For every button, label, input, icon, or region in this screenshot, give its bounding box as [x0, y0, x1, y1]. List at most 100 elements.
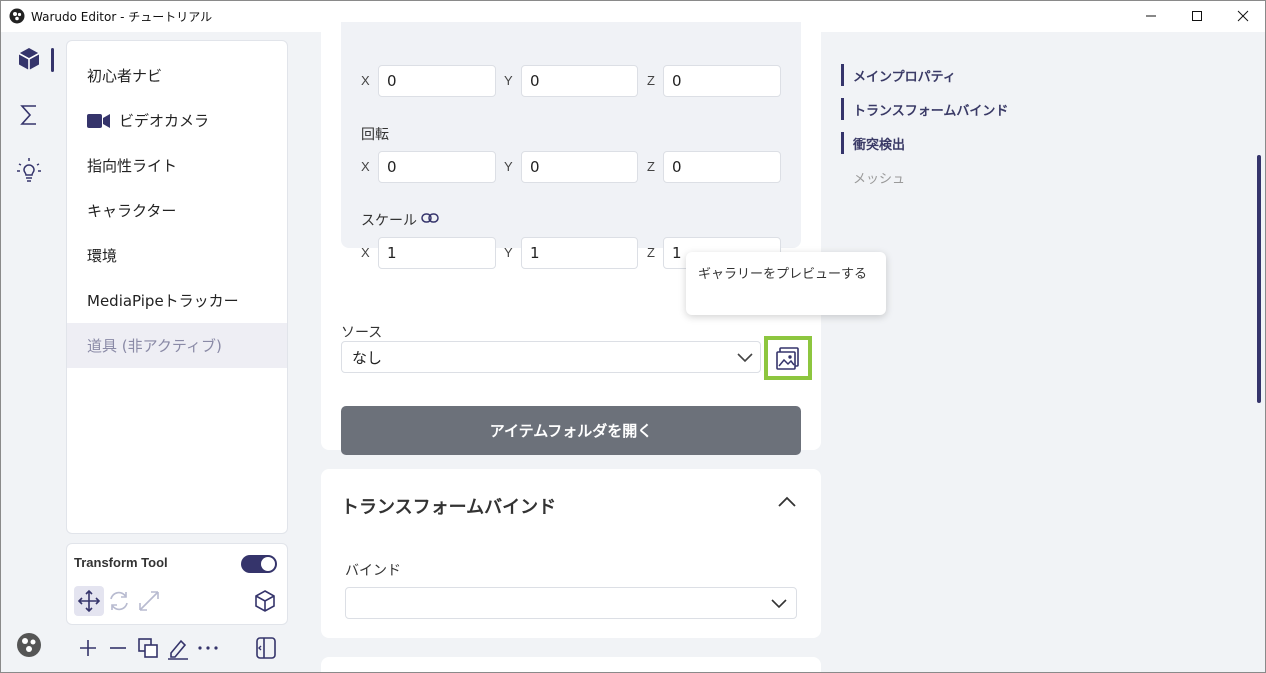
add-item-button[interactable] [74, 634, 102, 662]
community-button[interactable] [0, 622, 58, 668]
duplicate-icon [138, 638, 158, 658]
rotate-tool-button[interactable] [104, 586, 134, 616]
duplicate-item-button[interactable] [134, 634, 162, 662]
gallery-tooltip: ギャラリーをプレビューする [686, 252, 886, 315]
move-icon [77, 589, 101, 613]
scale-tool-button[interactable] [134, 586, 164, 616]
lightbulb-icon [17, 158, 41, 182]
rotation-y-input[interactable]: 0 [521, 151, 638, 183]
rotation-z-input[interactable]: 0 [663, 151, 781, 183]
warudo-community-icon [17, 633, 41, 657]
activity-blueprints[interactable] [0, 92, 58, 138]
transform-tool-title: Transform Tool [74, 555, 168, 570]
sidebar-item-prop[interactable]: 道具 (非アクティブ) [67, 323, 287, 368]
chevron-down-icon [771, 599, 787, 609]
bind-select[interactable] [345, 587, 797, 619]
close-button[interactable] [1220, 0, 1266, 32]
transform-tool-toggle[interactable] [241, 555, 277, 573]
activity-assets[interactable] [0, 36, 58, 82]
rotate-icon [110, 591, 128, 611]
sidebar-item-label: 指向性ライト [87, 157, 178, 175]
outline-item-main-properties[interactable]: メインプロパティ [841, 64, 956, 86]
activity-tips[interactable] [0, 147, 58, 193]
plus-icon [80, 640, 96, 656]
transform-bind-card: トランスフォームバインド バインド [321, 469, 821, 638]
sigma-icon [20, 105, 36, 125]
transform-tool-panel: Transform Tool [66, 543, 288, 625]
maximize-icon [1192, 11, 1202, 21]
position-z-input[interactable]: 0 [663, 65, 781, 97]
sidebar-item-label: 初心者ナビ [87, 67, 163, 85]
active-indicator [51, 48, 54, 72]
transform-bind-title: トランスフォームバインド [341, 497, 557, 518]
collapse-sidebar-button[interactable] [252, 634, 280, 662]
close-icon [1237, 10, 1249, 22]
position-x-input[interactable]: 0 [378, 65, 496, 97]
sidebar-item-label: 道具 (非アクティブ) [87, 337, 222, 355]
next-section-card [321, 657, 821, 673]
more-options-button[interactable] [194, 634, 222, 662]
sidebar-toggle-icon [256, 637, 276, 659]
video-camera-icon [87, 113, 111, 129]
scale-link-button[interactable] [421, 210, 439, 229]
transform-group: X 0 Y 0 Z 0 回転 X 0 Y 0 Z 0 スケール X 1 Y 1 … [341, 22, 801, 269]
scale-y-label: Y [504, 245, 513, 260]
scale-x-input[interactable]: 1 [378, 237, 496, 269]
ellipsis-icon [198, 646, 218, 650]
main-scrollbar-thumb[interactable] [1257, 155, 1261, 403]
rotation-label: 回転 [361, 127, 389, 143]
rotation-y-label: Y [504, 159, 513, 174]
rotation-x-label: X [361, 159, 370, 174]
sidebar-item-environment[interactable]: 環境 [67, 233, 287, 278]
sidebar-item-mediapipe[interactable]: MediaPipeトラッカー [67, 278, 287, 323]
sidebar-item-label: キャラクター [87, 202, 177, 220]
position-z-label: Z [647, 73, 655, 88]
minimize-icon [1146, 15, 1156, 17]
maximize-button[interactable] [1174, 0, 1220, 32]
position-y-label: Y [504, 73, 513, 88]
scale-z-label: Z [647, 245, 655, 260]
sidebar-item-label: 環境 [87, 247, 118, 265]
remove-item-button[interactable] [104, 634, 132, 662]
sidebar-bottom-toolbar [66, 632, 288, 666]
position-y-input[interactable]: 0 [521, 65, 638, 97]
sidebar-item-camera[interactable]: ビデオカメラ [67, 98, 287, 143]
local-global-toggle-button[interactable] [250, 586, 280, 616]
bind-label: バインド [345, 563, 401, 579]
minus-icon [110, 647, 126, 649]
scene-item-list: 初心者ナビ ビデオカメラ 指向性ライト キャラクター 環境 MediaPipeト… [66, 40, 288, 534]
scale-y-input[interactable]: 1 [521, 237, 638, 269]
activity-bar [0, 32, 58, 673]
source-label: ソース [341, 325, 383, 341]
move-tool-button[interactable] [74, 586, 104, 616]
sidebar-item-directional-light[interactable]: 指向性ライト [67, 143, 287, 188]
rotation-x-input[interactable]: 0 [378, 151, 496, 183]
gallery-preview-button[interactable] [764, 336, 812, 380]
window-title: Warudo Editor - チュートリアル [31, 9, 213, 24]
scale-x-label: X [361, 245, 370, 260]
cube-outline-icon [255, 590, 275, 612]
source-select[interactable]: なし [341, 341, 761, 373]
position-x-label: X [361, 73, 370, 88]
expand-icon [139, 591, 159, 611]
gallery-icon [776, 347, 799, 370]
outline-item-mesh[interactable]: メッシュ [841, 166, 905, 188]
sidebar-item-character[interactable]: キャラクター [67, 188, 287, 233]
rotation-z-label: Z [647, 159, 655, 174]
link-icon [421, 213, 439, 223]
open-item-folder-button[interactable]: アイテムフォルダを開く [341, 406, 801, 455]
pencil-icon [168, 639, 188, 660]
sidebar-item-label: MediaPipeトラッカー [87, 292, 239, 310]
minimize-button[interactable] [1128, 0, 1174, 32]
main-properties-card: X 0 Y 0 Z 0 回転 X 0 Y 0 Z 0 スケール X 1 Y 1 … [321, 22, 821, 455]
chevron-down-icon [737, 353, 753, 363]
chevron-up-icon[interactable] [777, 495, 797, 509]
sidebar-item-onboarding[interactable]: 初心者ナビ [67, 53, 287, 98]
warudo-logo-icon [9, 8, 25, 24]
outline-item-transform-bind[interactable]: トランスフォームバインド [841, 98, 1008, 120]
toggle-knob [261, 557, 275, 571]
properties-panel: X 0 Y 0 Z 0 回転 X 0 Y 0 Z 0 スケール X 1 Y 1 … [321, 22, 821, 673]
scale-label: スケール [361, 213, 417, 229]
rename-item-button[interactable] [164, 634, 192, 662]
outline-item-collision[interactable]: 衝突検出 [841, 132, 905, 154]
